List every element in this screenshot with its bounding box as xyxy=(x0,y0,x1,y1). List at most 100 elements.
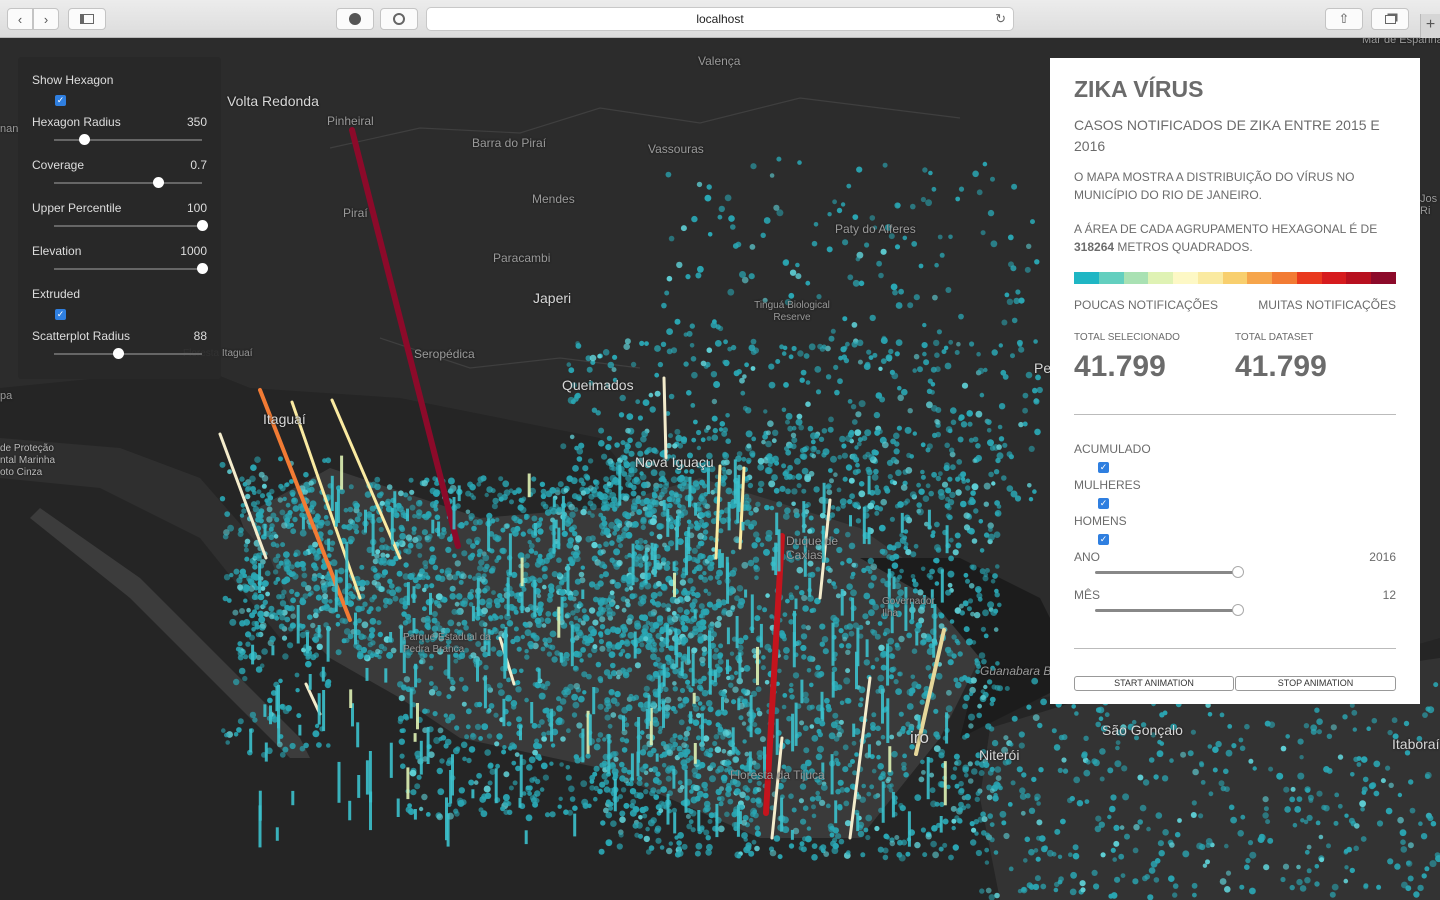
hexagon-cell xyxy=(563,686,569,693)
hexagon-cell xyxy=(1244,864,1250,870)
hexagon-cell xyxy=(911,578,917,583)
hexagon-cell xyxy=(660,741,667,747)
hexagon-cell xyxy=(930,389,935,395)
hexagon-cell xyxy=(848,429,855,435)
hexagon-cell xyxy=(769,505,775,511)
slider-thumb[interactable] xyxy=(112,348,124,359)
address-bar[interactable]: localhost ↻ xyxy=(426,7,1014,31)
extension-button[interactable] xyxy=(336,8,374,30)
hexagon-cell xyxy=(1353,756,1359,762)
hexagon-cell xyxy=(720,481,727,487)
hexagon-cell xyxy=(948,555,954,562)
hexagon-cell xyxy=(530,632,537,639)
hexagon-cell xyxy=(788,687,794,694)
hexagon-cell xyxy=(754,575,759,580)
hexagon-cell xyxy=(1360,836,1367,842)
hexagon-cell xyxy=(611,367,617,373)
tabs-button[interactable] xyxy=(1371,8,1409,30)
hexagon-cell xyxy=(830,505,836,510)
hexagon-cell xyxy=(992,573,998,579)
hexagon-cell xyxy=(894,582,902,590)
slider-thumb[interactable] xyxy=(152,177,164,188)
hexagon-cell xyxy=(852,279,860,287)
hexagon-cell xyxy=(896,425,903,431)
hexagon-cell xyxy=(847,274,854,281)
pinterest-button[interactable] xyxy=(380,8,418,30)
hexagon-cell xyxy=(638,596,643,601)
hexagon-cell xyxy=(889,666,896,673)
hexagon-cell xyxy=(1212,746,1219,753)
hexagon-cell xyxy=(1400,846,1408,853)
coverage-row: Coverage 0.7 xyxy=(32,158,207,172)
hexagon-cell xyxy=(1053,744,1061,751)
legend-swatch xyxy=(1098,272,1124,284)
slider-thumb[interactable] xyxy=(78,134,90,145)
hexagon-cell xyxy=(246,607,251,613)
hexagon-cell xyxy=(797,350,804,357)
hexagon-cell xyxy=(954,532,961,539)
elevation-slider[interactable] xyxy=(54,263,208,274)
hexagon-cell xyxy=(955,640,961,646)
hexagon-cell xyxy=(1001,319,1008,326)
hexagon-cell xyxy=(878,272,884,279)
back-button[interactable]: ‹ xyxy=(7,8,33,30)
hexagon-cell xyxy=(469,483,476,491)
forward-button[interactable]: › xyxy=(33,8,59,30)
upper-percentile-slider[interactable] xyxy=(54,220,208,231)
hexagon-cell xyxy=(1187,750,1194,757)
hexagon-cell xyxy=(748,273,755,280)
hexagon-cell xyxy=(807,425,814,432)
hexagon-cell xyxy=(876,260,882,267)
coverage-slider[interactable] xyxy=(54,177,202,188)
hexagon-cell xyxy=(820,784,828,791)
hexagon-cell xyxy=(706,591,712,596)
new-tab-button[interactable]: + xyxy=(1420,14,1440,38)
hexagon-cell xyxy=(601,607,607,613)
hexagon-cell xyxy=(614,701,620,707)
hexagon-cell xyxy=(593,479,600,486)
hexagon-cell xyxy=(789,269,797,276)
scatterplot-radius-slider[interactable] xyxy=(54,348,202,359)
hexagon-cell xyxy=(576,722,583,729)
hexagon-cell xyxy=(664,481,670,486)
hexagon-cell xyxy=(922,351,927,357)
hexagon-cell xyxy=(503,771,510,778)
hexagon-cell xyxy=(996,444,1002,450)
hexagon-cell xyxy=(855,518,862,524)
hexagon-cell xyxy=(290,613,297,619)
hexagon-cell xyxy=(782,513,790,520)
hexagon-cell xyxy=(1429,860,1437,868)
hexagon-cell xyxy=(993,792,998,798)
extruded-checkbox[interactable]: ✓ xyxy=(55,309,66,320)
hexagon-cell xyxy=(375,648,381,655)
hexagon-cell xyxy=(711,398,718,405)
hexagon-cell xyxy=(835,833,842,840)
show-hexagon-checkbox[interactable]: ✓ xyxy=(55,95,66,106)
slider-thumb[interactable] xyxy=(197,263,208,274)
hexagon-cell xyxy=(752,789,758,795)
hexagon-cell xyxy=(858,400,866,408)
sidebar-toggle-button[interactable] xyxy=(68,8,106,30)
hexagon-cell xyxy=(769,173,775,178)
hexagon-cell xyxy=(685,590,691,597)
hexagon-cell xyxy=(696,544,701,549)
hexagon-cell xyxy=(617,523,623,529)
hexagon-cell xyxy=(542,774,550,781)
hexagon-cell xyxy=(933,339,940,347)
slider-thumb[interactable] xyxy=(197,220,208,231)
hexagon-cell xyxy=(700,553,706,559)
hexagon-cell xyxy=(768,363,775,370)
hexagon-cell xyxy=(460,573,467,580)
hexagon-cell xyxy=(257,593,265,601)
hexagon-radius-slider[interactable] xyxy=(54,134,202,145)
hexagon-cell xyxy=(1215,740,1222,748)
hexagon-cell xyxy=(914,794,922,801)
hexagon-cell xyxy=(843,800,850,807)
hexagon-cell xyxy=(668,235,675,242)
reload-icon[interactable]: ↻ xyxy=(995,8,1006,30)
hexagon-cell xyxy=(864,242,870,248)
share-button[interactable]: ⇧ xyxy=(1325,8,1363,30)
hexagon-cell xyxy=(867,557,874,565)
hexagon-cell xyxy=(887,474,893,480)
hexagon-cell xyxy=(265,500,272,507)
